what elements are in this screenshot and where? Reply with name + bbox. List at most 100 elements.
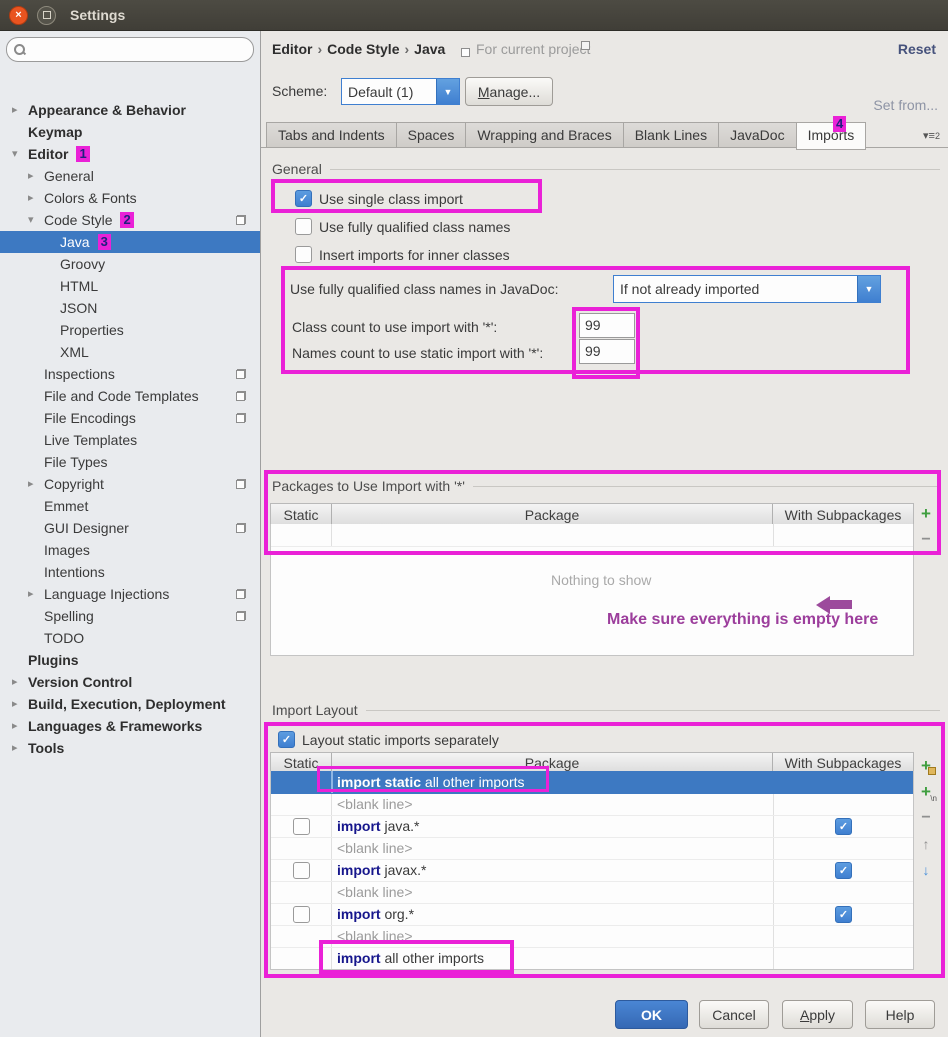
- help-button[interactable]: Help: [865, 1000, 935, 1029]
- chevron-right-icon[interactable]: ▸: [12, 693, 18, 715]
- layout-static-imports-checkbox[interactable]: ✓ Layout static imports separately: [278, 731, 499, 748]
- chevron-right-icon[interactable]: ▸: [28, 583, 34, 605]
- sidebar-item-general[interactable]: ▸General: [0, 165, 260, 187]
- move-down-button[interactable]: ↓: [914, 857, 938, 883]
- remove-entry-button[interactable]: −: [914, 805, 938, 831]
- chevron-right-icon[interactable]: ▸: [12, 737, 18, 759]
- sidebar-item-live-templates[interactable]: Live Templates: [0, 429, 260, 451]
- sidebar-item-intentions[interactable]: Intentions: [0, 561, 260, 583]
- sidebar-item-properties[interactable]: Properties: [0, 319, 260, 341]
- sidebar-item-json[interactable]: JSON: [0, 297, 260, 319]
- sidebar-item-groovy[interactable]: Groovy: [0, 253, 260, 275]
- sidebar-item-languages-frameworks[interactable]: ▸Languages & Frameworks: [0, 715, 260, 737]
- shared-settings-icon: [236, 479, 246, 489]
- cancel-button[interactable]: Cancel: [699, 1000, 769, 1029]
- reset-link[interactable]: Reset: [898, 41, 936, 57]
- sidebar-item-gui-designer[interactable]: GUI Designer: [0, 517, 260, 539]
- sidebar-item-todo[interactable]: TODO: [0, 627, 260, 649]
- checkbox-checked-icon[interactable]: ✓: [278, 731, 295, 748]
- names-count-input[interactable]: 99: [579, 339, 635, 364]
- table-row-blank-line[interactable]: <blank line>: [271, 837, 913, 860]
- chevron-down-icon[interactable]: ▾: [12, 143, 18, 165]
- chevron-right-icon[interactable]: ▸: [12, 715, 18, 737]
- chevron-right-icon[interactable]: ▸: [28, 165, 34, 187]
- sidebar-item-file-types[interactable]: File Types: [0, 451, 260, 473]
- sidebar-item-version-control[interactable]: ▸Version Control: [0, 671, 260, 693]
- sidebar-item-inspections[interactable]: Inspections: [0, 363, 260, 385]
- chevron-right-icon[interactable]: ▸: [28, 473, 34, 495]
- table-row-import-static-all-other[interactable]: import static all other imports: [271, 771, 913, 794]
- chevron-right-icon[interactable]: ▸: [28, 187, 34, 209]
- checkbox-checked-icon[interactable]: ✓: [835, 862, 852, 879]
- sidebar-item-plugins[interactable]: Plugins: [0, 649, 260, 671]
- table-row-import-java[interactable]: import java.* ✓: [271, 815, 913, 838]
- checkbox-checked-icon[interactable]: ✓: [295, 190, 312, 207]
- add-blank-line-button[interactable]: +\n: [914, 779, 938, 805]
- apply-button[interactable]: Apply: [782, 1000, 853, 1029]
- sidebar-item-file-encodings[interactable]: File Encodings: [0, 407, 260, 429]
- sidebar-item-html[interactable]: HTML: [0, 275, 260, 297]
- table-row-import-javax[interactable]: import javax.* ✓: [271, 859, 913, 882]
- restore-icon[interactable]: [37, 6, 56, 25]
- breadcrumb-code-style[interactable]: Code Style: [327, 41, 399, 57]
- sidebar-item-copyright[interactable]: ▸Copyright: [0, 473, 260, 495]
- sidebar-item-colors-fonts[interactable]: ▸Colors & Fonts: [0, 187, 260, 209]
- sidebar-item-language-injections[interactable]: ▸Language Injections: [0, 583, 260, 605]
- sidebar-item-appearance-behavior[interactable]: ▸Appearance & Behavior: [0, 99, 260, 121]
- sidebar-item-images[interactable]: Images: [0, 539, 260, 561]
- tab-imports[interactable]: Imports: [796, 122, 867, 150]
- sidebar-item-java[interactable]: Java3: [0, 231, 260, 253]
- search-icon: [14, 44, 25, 55]
- table-row-blank-line[interactable]: <blank line>: [271, 925, 913, 948]
- add-package-button[interactable]: +: [914, 501, 938, 527]
- shared-settings-icon: [236, 523, 246, 533]
- checkbox-unchecked-icon[interactable]: [293, 906, 310, 923]
- packages-table-body[interactable]: [270, 524, 914, 656]
- class-count-input[interactable]: 99: [579, 313, 635, 338]
- table-row-blank-line[interactable]: <blank line>: [271, 881, 913, 904]
- sidebar-item-tools[interactable]: ▸Tools: [0, 737, 260, 759]
- close-icon[interactable]: ×: [9, 6, 28, 25]
- breadcrumb-editor[interactable]: Editor: [272, 41, 312, 57]
- hidden-tabs-icon[interactable]: ▾≡2: [923, 129, 940, 142]
- tab-tabs-and-indents[interactable]: Tabs and Indents: [266, 122, 397, 148]
- search-input[interactable]: [6, 37, 254, 62]
- use-fully-qualified-names-checkbox[interactable]: Use fully qualified class names: [295, 218, 510, 235]
- packages-table-header: Static Package With Subpackages: [270, 503, 914, 526]
- table-row-import-org[interactable]: import org.* ✓: [271, 903, 913, 926]
- table-row-import-all-other[interactable]: import all other imports: [271, 947, 913, 969]
- checkbox-unchecked-icon[interactable]: [295, 246, 312, 263]
- sidebar-item-code-style[interactable]: ▾Code Style2: [0, 209, 260, 231]
- chevron-right-icon[interactable]: ▸: [12, 671, 18, 693]
- annotation-badge-3: 3: [98, 234, 111, 250]
- checkbox-checked-icon[interactable]: ✓: [835, 818, 852, 835]
- javadoc-fqn-select[interactable]: If not already imported ▼: [613, 275, 881, 303]
- tab-javadoc[interactable]: JavaDoc: [718, 122, 796, 148]
- insert-imports-inner-classes-checkbox[interactable]: Insert imports for inner classes: [295, 246, 510, 263]
- chevron-down-icon[interactable]: ▾: [28, 209, 34, 231]
- checkbox-unchecked-icon[interactable]: [293, 818, 310, 835]
- use-single-class-import-checkbox[interactable]: ✓ Use single class import: [295, 190, 463, 207]
- tab-spaces[interactable]: Spaces: [396, 122, 467, 148]
- scheme-select[interactable]: Default (1) ▼: [341, 78, 460, 105]
- sidebar-item-file-code-templates[interactable]: File and Code Templates: [0, 385, 260, 407]
- ok-button[interactable]: OK: [615, 1000, 688, 1029]
- checkbox-checked-icon[interactable]: ✓: [835, 906, 852, 923]
- checkbox-unchecked-icon[interactable]: [295, 218, 312, 235]
- sidebar-item-emmet[interactable]: Emmet: [0, 495, 260, 517]
- sidebar-item-keymap[interactable]: Keymap: [0, 121, 260, 143]
- sidebar-item-xml[interactable]: XML: [0, 341, 260, 363]
- remove-package-button[interactable]: −: [914, 527, 938, 553]
- manage-button[interactable]: Manage...: [465, 77, 553, 106]
- move-up-button[interactable]: ↑: [914, 831, 938, 857]
- tab-wrapping-and-braces[interactable]: Wrapping and Braces: [465, 122, 623, 148]
- sidebar-item-spelling[interactable]: Spelling: [0, 605, 260, 627]
- table-row-blank-line[interactable]: <blank line>: [271, 793, 913, 816]
- sidebar-item-editor[interactable]: ▾Editor1: [0, 143, 260, 165]
- checkbox-unchecked-icon[interactable]: [293, 862, 310, 879]
- chevron-right-icon[interactable]: ▸: [12, 99, 18, 121]
- sidebar-item-build-execution-deployment[interactable]: ▸Build, Execution, Deployment: [0, 693, 260, 715]
- tab-blank-lines[interactable]: Blank Lines: [623, 122, 719, 148]
- add-package-button[interactable]: +: [914, 753, 938, 779]
- set-from-link[interactable]: Set from...: [873, 97, 938, 113]
